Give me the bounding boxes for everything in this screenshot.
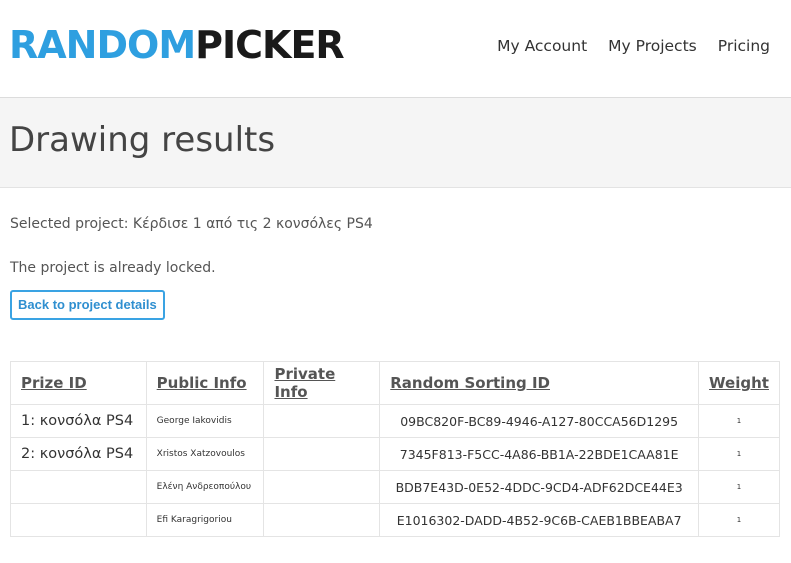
cell-random-sorting-id: E1016302-DADD-4B52-9C6B-CAEB1BBEABA7 bbox=[379, 503, 700, 537]
top-navbar: RANDOMPICKER My Account My Projects Pric… bbox=[0, 0, 791, 98]
cell-public-info: Ελένη Ανδρεοπούλου bbox=[145, 470, 265, 504]
cell-prize-id bbox=[10, 470, 147, 504]
cell-prize-id: 2: κονσόλα PS4 bbox=[10, 437, 147, 471]
nav-pricing[interactable]: Pricing bbox=[718, 37, 770, 55]
cell-prize-id: 1: κονσόλα PS4 bbox=[10, 404, 147, 438]
cell-weight: 1 bbox=[698, 404, 780, 438]
cell-random-sorting-id: 09BC820F-BC89-4946-A127-80CCA56D1295 bbox=[379, 404, 700, 438]
table-row: 2: κονσόλα PS4 Xristos Xatzovoulos 7345F… bbox=[10, 437, 780, 471]
table-row: Efi Karagrigoriou E1016302-DADD-4B52-9C6… bbox=[10, 503, 780, 537]
results-table: Prize ID Public Info Private Info Random… bbox=[10, 361, 780, 537]
cell-private-info bbox=[263, 437, 381, 471]
cell-random-sorting-id: BDB7E43D-0E52-4DDC-9CD4-ADF62DCE44E3 bbox=[379, 470, 700, 504]
cell-random-sorting-id: 7345F813-F5CC-4A86-BB1A-22BDE1CAA81E bbox=[379, 437, 700, 471]
brand-logo-picker: PICKER bbox=[195, 23, 345, 67]
table-row: 1: κονσόλα PS4 George Iakovidis 09BC820F… bbox=[10, 404, 780, 438]
cell-prize-id bbox=[10, 503, 147, 537]
nav-my-account[interactable]: My Account bbox=[497, 37, 587, 55]
cell-private-info bbox=[263, 404, 381, 438]
table-row: Ελένη Ανδρεοπούλου BDB7E43D-0E52-4DDC-9C… bbox=[10, 470, 780, 504]
cell-private-info bbox=[263, 503, 381, 537]
column-header-random-sorting-id[interactable]: Random Sorting ID bbox=[379, 361, 700, 405]
cell-weight: 1 bbox=[698, 437, 780, 471]
cell-weight: 1 bbox=[698, 470, 780, 504]
brand-logo[interactable]: RANDOMPICKER bbox=[9, 18, 345, 72]
page-header: Drawing results bbox=[0, 98, 791, 188]
column-header-prize-id[interactable]: Prize ID bbox=[10, 361, 147, 405]
cell-weight: 1 bbox=[698, 503, 780, 537]
nav-my-projects[interactable]: My Projects bbox=[608, 37, 697, 55]
locked-status-text: The project is already locked. bbox=[10, 260, 216, 276]
column-header-public-info[interactable]: Public Info bbox=[145, 361, 265, 405]
column-header-weight[interactable]: Weight bbox=[698, 361, 780, 405]
cell-public-info: Efi Karagrigoriou bbox=[145, 503, 265, 537]
cell-private-info bbox=[263, 470, 381, 504]
brand-logo-random: RANDOM bbox=[9, 23, 196, 67]
table-header-row: Prize ID Public Info Private Info Random… bbox=[10, 361, 780, 405]
back-to-project-details-button[interactable]: Back to project details bbox=[10, 290, 165, 320]
cell-public-info: Xristos Xatzovoulos bbox=[145, 437, 265, 471]
cell-public-info: George Iakovidis bbox=[145, 404, 265, 438]
column-header-private-info[interactable]: Private Info bbox=[263, 361, 381, 405]
main-nav: My Account My Projects Pricing bbox=[497, 37, 770, 55]
selected-project-text: Selected project: Κέρδισε 1 από τις 2 κο… bbox=[10, 216, 373, 232]
page-title: Drawing results bbox=[9, 120, 276, 160]
